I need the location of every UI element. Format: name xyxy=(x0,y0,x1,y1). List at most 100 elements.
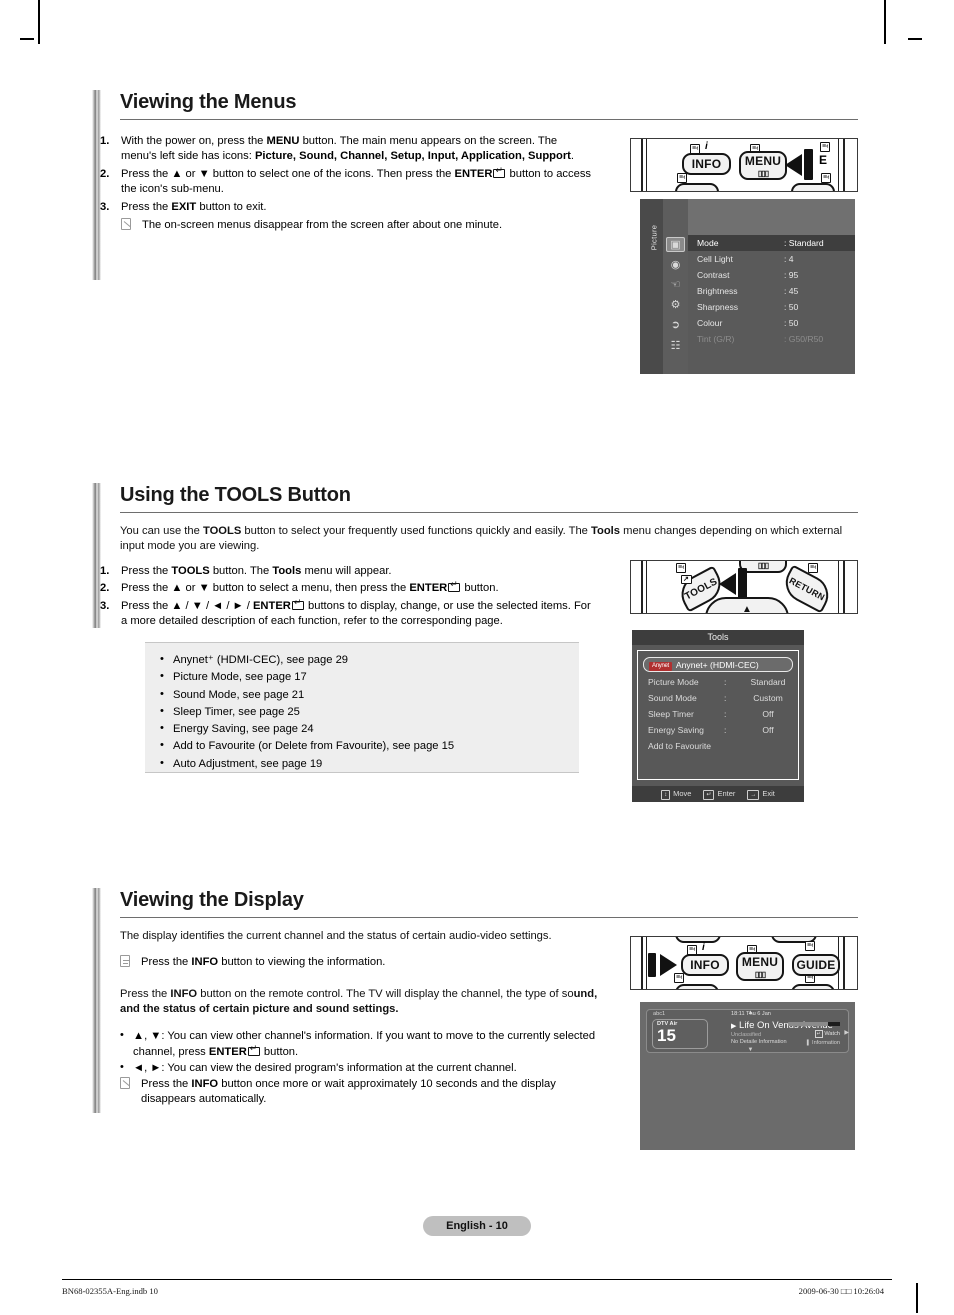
action-information[interactable]: ▌ Information xyxy=(807,1040,840,1046)
step-text: Press the ▲ or ▼ button to select one of… xyxy=(121,166,591,195)
bullet-icon: • xyxy=(120,1060,124,1073)
tools-row-sleep-timer[interactable]: Sleep Timer : Off xyxy=(638,706,798,722)
page-title-viewing-menus: Viewing the Menus xyxy=(120,91,297,113)
down-arrow-icon[interactable]: ▼ xyxy=(748,1047,754,1053)
intro-using-tools: You can use the TOOLS button to select y… xyxy=(120,525,843,553)
enter-key-icon xyxy=(493,166,506,178)
action-watch[interactable]: ↵ Watch xyxy=(814,1030,840,1038)
tools-row-picture-mode[interactable]: Picture Mode : Standard xyxy=(638,674,798,690)
tools-arrow-icon: ↗ xyxy=(681,575,692,584)
info-banner: ▲ ▼ ▶ abc1 DTV Air 15 18:11 Thu 6 Jan ▶ … xyxy=(646,1009,849,1053)
osd-row-sharpness[interactable]: Sharpness : 50 xyxy=(688,299,855,315)
tools-row-colon: : xyxy=(724,709,727,719)
osd-row-value: : 45 xyxy=(784,286,799,296)
section-accent-bar xyxy=(92,888,101,1113)
bullet-icon: • xyxy=(160,739,164,752)
remote-right-edge xyxy=(843,139,845,191)
tv-screen-info-display: ▲ ▼ ▶ abc1 DTV Air 15 18:11 Thu 6 Jan ▶ … xyxy=(640,1002,855,1150)
remote-lower-right-button[interactable] xyxy=(791,984,835,989)
input-icon[interactable]: ➲ xyxy=(666,317,685,332)
remote-lower-right-button[interactable] xyxy=(791,183,835,191)
osd-row-label: Sharpness xyxy=(697,302,739,312)
crop-mark-bottom-right xyxy=(916,1283,918,1313)
channel-icon[interactable]: ☜ xyxy=(666,277,685,292)
sound-icon[interactable]: ◉ xyxy=(666,257,685,272)
updown-arrow-icon: ↕ xyxy=(661,789,671,800)
pointer-bar-icon xyxy=(804,149,813,180)
osd-row-label: Brightness xyxy=(697,286,738,296)
pointer-arrow-icon xyxy=(660,954,677,976)
tools-row-anynet[interactable]: Anynet Anynet+ (HDMI-CEC) xyxy=(643,657,793,672)
crop-mark-top-right xyxy=(884,0,886,44)
footer-divider xyxy=(62,1279,892,1280)
remote-menu-label: MENU xyxy=(741,954,779,969)
osd-row-tint: Tint (G/R) : G50/R50 xyxy=(688,331,855,347)
step-text: Press the EXIT button to exit. xyxy=(121,200,267,213)
tv-osd-tools-menu: Tools Anynet Anynet+ (HDMI-CEC) Picture M… xyxy=(632,630,804,802)
bullet-icon: • xyxy=(160,704,164,717)
pointer-arrow-icon xyxy=(785,154,802,176)
exit-key-icon: → xyxy=(747,789,760,800)
tools-row-value: Off xyxy=(762,709,774,719)
osd-icon-column: ▣ ◉ ☜ ⚙ ➲ ☷ xyxy=(663,199,688,374)
enter-key-icon xyxy=(448,580,461,593)
tools-row-label: Sleep Timer xyxy=(648,709,694,719)
right-arrow-icon[interactable]: ▶ xyxy=(844,1029,849,1036)
footer-enter-label: Enter xyxy=(717,788,736,798)
list-item: • ◄, ►: You can view the desired program… xyxy=(114,1060,614,1076)
tools-row-label: Sound Mode xyxy=(648,693,697,703)
tools-row-colon: : xyxy=(724,693,727,703)
tools-row-value: Custom xyxy=(753,693,783,703)
tools-row-sound-mode[interactable]: Sound Mode : Custom xyxy=(638,690,798,706)
osd-row-value: : 50 xyxy=(784,318,799,328)
osd-row-mode[interactable]: Mode : Standard xyxy=(688,235,855,251)
list-item: • Picture Mode, see page 17 xyxy=(155,669,569,686)
remote-left-edge xyxy=(641,139,643,191)
osd-row-cell-light[interactable]: Cell Light : 4 xyxy=(688,251,855,267)
bullet-icon: • xyxy=(160,722,164,735)
list-item-label: Add to Favourite (or Delete from Favouri… xyxy=(173,740,455,753)
remote-up-pad[interactable]: ▲ xyxy=(705,597,789,613)
remote-menu-button[interactable]: MENU ▯▯▯ xyxy=(736,952,784,981)
osd-row-contrast[interactable]: Contrast : 95 xyxy=(688,267,855,283)
intro-viewing-display: The display identifies the current chann… xyxy=(120,930,552,942)
remote-left-edge xyxy=(641,937,643,989)
footer-enter: ↵ Enter xyxy=(703,789,735,800)
remote-return-button[interactable]: RETURN xyxy=(778,564,836,613)
note-icon xyxy=(121,218,131,233)
tools-menu-footer: ↕ Move ↵ Enter → Exit xyxy=(632,786,804,802)
remote-guide-button[interactable]: GUIDE xyxy=(792,954,840,976)
step-text: With the power on, press the MENU button… xyxy=(121,135,575,163)
osd-row-colour[interactable]: Colour : 50 xyxy=(688,315,855,331)
section-divider xyxy=(120,512,858,513)
page-number-tag: English - 10 xyxy=(423,1216,531,1236)
remote-lower-left-button[interactable] xyxy=(675,984,719,989)
remote-image-tools: ≡‹ ≡‹ ▯▯▯ TOOLS ↗ RETURN ▲ xyxy=(630,560,858,614)
remote-top-left-button[interactable] xyxy=(675,937,721,943)
rating-label: Unclassified xyxy=(731,1032,762,1038)
remote-lower-left-button[interactable] xyxy=(675,183,719,191)
tools-row-value: Off xyxy=(762,725,774,735)
tools-row-label: Picture Mode xyxy=(648,677,699,687)
list-item: 3. Press the ▲ / ▼ / ◄ / ► / ENTER butto… xyxy=(92,598,592,630)
return-hint-icon: ≡‹ xyxy=(821,173,832,183)
tools-row-energy-saving[interactable]: Energy Saving : Off xyxy=(638,722,798,738)
osd-row-brightness[interactable]: Brightness : 45 xyxy=(688,283,855,299)
tools-menu-body: Anynet Anynet+ (HDMI-CEC) Picture Mode : … xyxy=(637,650,799,780)
tools-row-label: Add to Favourite xyxy=(648,741,712,751)
osd-row-value: : 95 xyxy=(784,270,799,280)
remote-info-button[interactable]: INFO xyxy=(682,153,731,175)
support-icon[interactable]: ☷ xyxy=(666,338,685,353)
remote-info-button[interactable]: INFO xyxy=(681,954,729,976)
page-title-using-tools: Using the TOOLS Button xyxy=(120,484,351,506)
picture-icon[interactable]: ▣ xyxy=(666,237,685,252)
osd-row-value: : Standard xyxy=(784,238,824,248)
tools-row-add-favourite[interactable]: Add to Favourite xyxy=(638,738,798,754)
osd-row-label: Mode xyxy=(697,238,719,248)
list-item: • Auto Adjustment, see page 19 xyxy=(155,756,569,773)
step-number: 3. xyxy=(100,599,110,612)
tools-function-list: • Anynet⁺ (HDMI-CEC), see page 29 • Pictur… xyxy=(155,652,569,773)
bullet-icon: • xyxy=(160,687,164,700)
setup-icon[interactable]: ⚙ xyxy=(666,297,685,312)
remote-menu-button[interactable]: MENU ▯▯▯ xyxy=(739,151,787,180)
